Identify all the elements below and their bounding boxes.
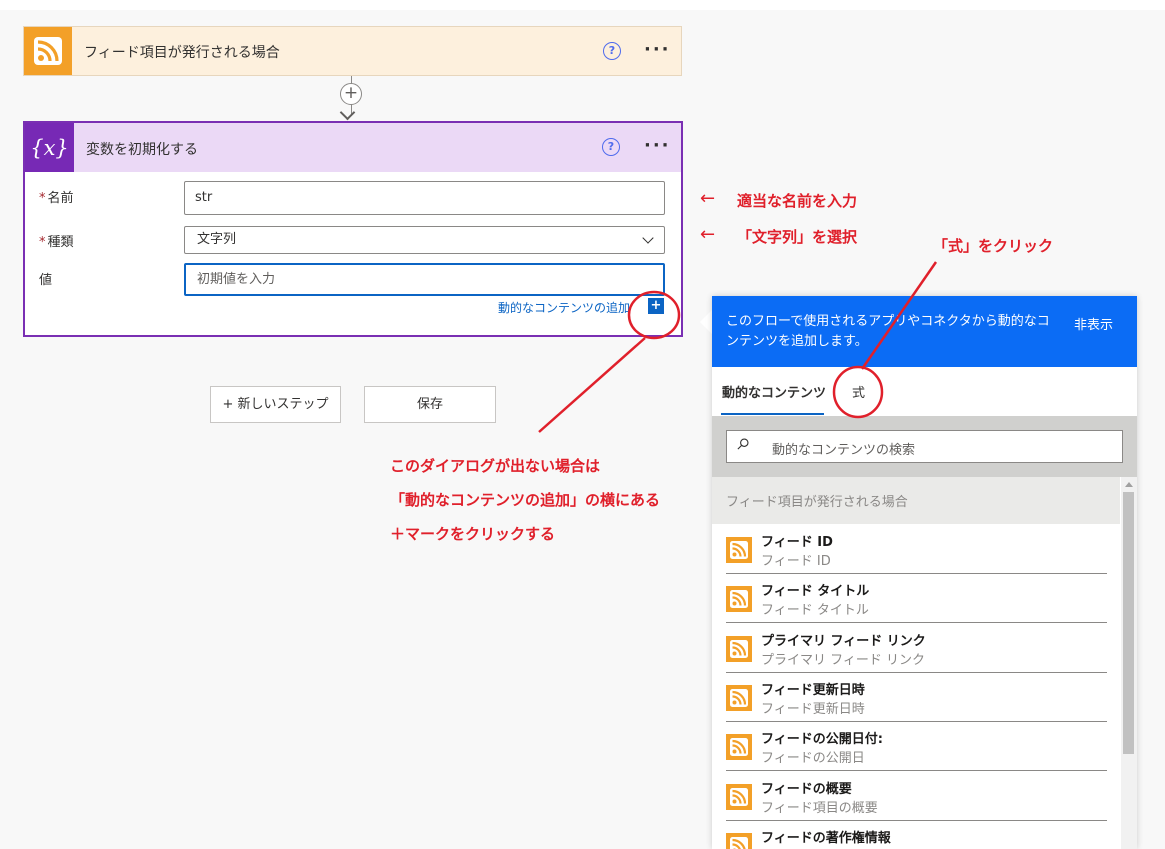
panel-pointer — [700, 310, 712, 334]
annotation-arrow-icon: ← — [700, 188, 716, 209]
annotation-expression-hint: 「式」をクリック — [933, 237, 1054, 255]
scroll-up-icon[interactable] — [1125, 482, 1133, 487]
rss-icon — [726, 586, 752, 613]
save-button[interactable]: 保存 — [364, 386, 496, 423]
more-options-icon[interactable]: ··· — [644, 41, 671, 59]
item-subtitle: フィード更新日時 — [761, 701, 865, 717]
item-subtitle: プライマリ フィード リンク — [761, 652, 926, 668]
item-subtitle: フィード ID — [761, 554, 831, 569]
panel-header: このフローで使用されるアプリやコネクタから動的なコンテンツを追加します。 非表示 — [712, 296, 1137, 367]
active-tab-indicator — [721, 413, 824, 415]
search-placeholder: 動的なコンテンツの検索 — [772, 443, 916, 458]
dynamic-content-item[interactable]: フィード タイトル フィード タイトル — [726, 574, 1107, 624]
more-options-icon[interactable]: ··· — [644, 137, 671, 155]
panel-header-text: このフローで使用されるアプリやコネクタから動的なコンテンツを追加します。 — [726, 314, 1050, 349]
help-icon[interactable]: ? — [603, 42, 621, 60]
variable-card-title: 変数を初期化する — [86, 142, 198, 158]
annotation-dialog-line3: ＋マークをクリックする — [390, 525, 556, 543]
item-title: フィード タイトル — [761, 584, 870, 600]
rss-icon — [726, 537, 752, 563]
dynamic-content-search-input[interactable]: 動的なコンテンツの検索 — [726, 430, 1123, 463]
insert-step-button[interactable]: + — [340, 83, 362, 105]
variable-card-header[interactable]: {x} 変数を初期化する ? ··· — [25, 123, 681, 172]
item-title: フィード ID — [761, 535, 833, 550]
chevron-down-icon — [642, 232, 654, 244]
trigger-card[interactable]: フィード項目が発行される場合 ? ··· — [23, 26, 682, 76]
connector-arrow-icon — [339, 104, 356, 121]
item-title: プライマリ フィード リンク — [761, 633, 926, 649]
annotation-dialog-line1: このダイアログが出ない場合は — [390, 457, 601, 475]
name-label: * 名前 — [39, 191, 74, 206]
search-icon — [737, 438, 749, 450]
rss-icon — [726, 734, 752, 761]
type-select[interactable]: 文字列 — [184, 226, 665, 254]
annotation-type-hint: 「文字列」を選択 — [737, 228, 858, 246]
dynamic-content-item[interactable]: フィード更新日時 フィード更新日時 — [726, 673, 1107, 722]
item-subtitle: フィードの公開日 — [761, 751, 865, 767]
top-strip — [0, 0, 1165, 10]
item-title: フィードの概要 — [761, 781, 852, 797]
annotation-name-hint: 適当な名前を入力 — [737, 192, 858, 210]
rss-icon — [24, 27, 72, 75]
add-dynamic-content-link[interactable]: 動的なコンテンツの追加 — [498, 299, 630, 316]
tab-expression[interactable]: 式 — [852, 382, 865, 401]
initialize-variable-card: {x} 変数を初期化する ? ··· * 名前 str * 種類 文字列 値 初期値… — [23, 121, 683, 337]
dynamic-content-item[interactable]: フィードの概要フィード項目の概要 — [726, 772, 1107, 821]
dynamic-content-item[interactable]: プライマリ フィード リンク プライマリ フィード リンク — [726, 624, 1107, 673]
rss-icon — [726, 684, 752, 711]
name-field[interactable]: str — [184, 181, 665, 215]
add-dynamic-content-plus-button[interactable]: + — [648, 298, 664, 314]
annotation-dialog-line2: 「動的なコンテンツの追加」の横にある — [390, 491, 661, 509]
type-select-value: 文字列 — [197, 232, 237, 247]
section-header: フィード項目が発行される場合 — [712, 477, 1120, 524]
dynamic-content-panel: このフローで使用されるアプリやコネクタから動的なコンテンツを追加します。 非表示… — [712, 296, 1137, 849]
dynamic-content-item[interactable]: フィード ID フィード ID — [726, 525, 1107, 574]
rss-icon — [726, 635, 752, 662]
variable-icon: {x} — [25, 123, 74, 172]
rss-icon — [726, 832, 752, 849]
annotation-line-plus — [538, 337, 646, 433]
item-subtitle: フィード項目の概要 — [761, 800, 878, 816]
tab-dynamic-content[interactable]: 動的なコンテンツ — [722, 382, 826, 401]
item-title: フィード更新日時 — [761, 682, 865, 698]
value-label: 値 — [39, 273, 53, 288]
hide-panel-link[interactable]: 非表示 — [1074, 314, 1113, 333]
annotation-arrow-icon: ← — [700, 224, 716, 245]
item-subtitle: フィード タイトル — [761, 603, 869, 619]
help-icon[interactable]: ? — [602, 138, 620, 156]
type-label: * 種類 — [39, 235, 74, 250]
dynamic-content-item[interactable]: フィードの著作権情報 — [726, 821, 1107, 849]
new-step-button[interactable]: + 新しいステップ — [210, 386, 341, 423]
trigger-title: フィード項目が発行される場合 — [84, 45, 280, 61]
item-title: フィードの著作権情報 — [761, 830, 891, 846]
value-field[interactable]: 初期値を入力 — [184, 263, 665, 296]
dynamic-content-item[interactable]: フィードの公開日付: フィードの公開日 — [726, 722, 1107, 772]
item-title: フィードの公開日付: — [761, 732, 883, 748]
scrollbar-thumb[interactable] — [1123, 492, 1134, 754]
rss-icon — [726, 783, 752, 810]
